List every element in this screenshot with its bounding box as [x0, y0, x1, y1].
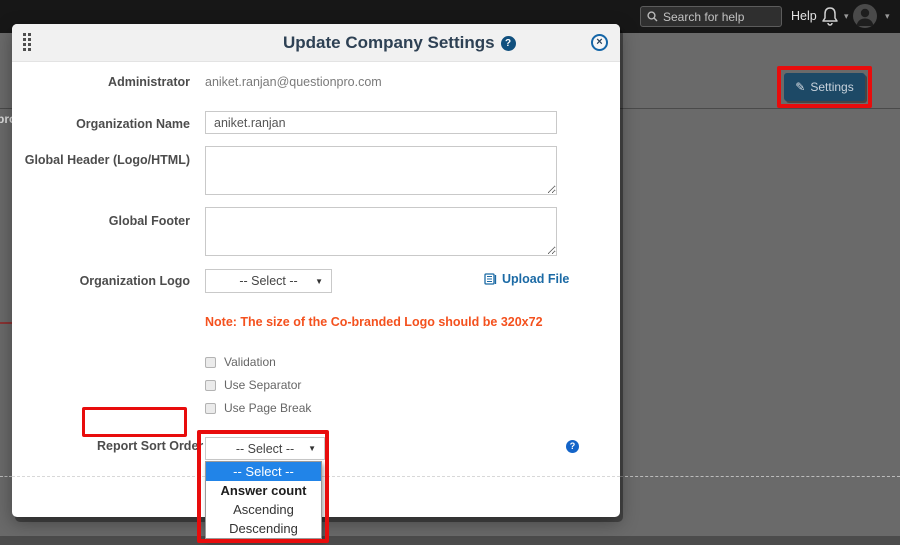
- global-footer-textarea[interactable]: [205, 207, 557, 256]
- organization-name-input[interactable]: [205, 111, 557, 134]
- avatar-caret-down-icon[interactable]: ▾: [885, 11, 890, 22]
- report-sort-order-label: Report Sort Order: [97, 434, 196, 458]
- modal-header: Update Company Settings? ×: [12, 24, 620, 62]
- global-header-textarea[interactable]: [205, 146, 557, 195]
- checkbox-icon: [205, 403, 216, 414]
- checkbox-icon: [205, 380, 216, 391]
- screen: pro Help ▾ ▾ ✎: [0, 0, 900, 545]
- select-arrow-icon: ▼: [308, 444, 316, 453]
- global-header-label: Global Header (Logo/HTML): [12, 153, 190, 167]
- background-red-divider: [0, 322, 12, 324]
- pencil-icon: ✎: [795, 80, 805, 94]
- close-icon[interactable]: ×: [591, 34, 608, 51]
- organization-logo-select-value: -- Select --: [239, 274, 297, 288]
- dropdown-option-descending[interactable]: Descending: [206, 519, 321, 538]
- report-sort-order-select-value: -- Select --: [236, 442, 294, 456]
- use-page-break-checkbox-label: Use Page Break: [224, 401, 311, 415]
- search-icon: [647, 11, 658, 22]
- dropdown-option-ascending[interactable]: Ascending: [206, 500, 321, 519]
- upload-file-icon: [484, 273, 497, 285]
- avatar[interactable]: [853, 4, 877, 28]
- use-separator-checkbox[interactable]: Use Separator: [205, 378, 301, 392]
- background-divider-left: [0, 108, 12, 109]
- organization-logo-label: Organization Logo: [12, 274, 190, 288]
- report-sort-dropdown-list: -- Select -- Answer count Ascending Desc…: [205, 461, 322, 539]
- validation-checkbox[interactable]: Validation: [205, 355, 276, 369]
- validation-checkbox-label: Validation: [224, 355, 276, 369]
- select-arrow-icon: ▼: [315, 277, 323, 286]
- help-link[interactable]: Help: [791, 9, 817, 23]
- search-input[interactable]: [663, 10, 773, 24]
- administrator-value: aniket.ranjan@questionpro.com: [205, 75, 382, 89]
- organization-name-label: Organization Name: [12, 117, 190, 131]
- logo-size-note: Note: The size of the Co-branded Logo sh…: [205, 315, 543, 329]
- background-dashed-right: [620, 476, 900, 477]
- checkbox-icon: [205, 357, 216, 368]
- notifications-bell-icon[interactable]: [819, 5, 841, 33]
- upload-file-link[interactable]: Upload File: [484, 272, 569, 286]
- modal-title: Update Company Settings?: [283, 24, 516, 62]
- use-page-break-checkbox[interactable]: Use Page Break: [205, 401, 311, 415]
- global-footer-label: Global Footer: [12, 214, 190, 228]
- settings-button-label: Settings: [810, 80, 853, 94]
- upload-file-label: Upload File: [502, 272, 569, 286]
- bell-caret-down-icon[interactable]: ▾: [844, 11, 849, 22]
- title-help-icon[interactable]: ?: [501, 36, 516, 51]
- background-divider-right: [620, 108, 900, 109]
- settings-button[interactable]: ✎ Settings: [784, 73, 865, 101]
- use-separator-checkbox-label: Use Separator: [224, 378, 301, 392]
- drag-handle-icon[interactable]: [23, 33, 31, 51]
- dropdown-option-answer-count[interactable]: Answer count: [206, 481, 321, 500]
- background-dashed-left: [0, 476, 12, 477]
- report-sort-help-icon[interactable]: ?: [566, 440, 579, 453]
- report-sort-order-select[interactable]: -- Select -- ▼: [205, 437, 325, 460]
- organization-logo-select[interactable]: -- Select -- ▼: [205, 269, 332, 293]
- update-company-settings-modal: Update Company Settings? × Administrator…: [12, 24, 620, 517]
- administrator-label: Administrator: [12, 75, 190, 89]
- help-search-box[interactable]: [640, 6, 782, 27]
- user-icon: [853, 4, 877, 28]
- dropdown-option-select[interactable]: -- Select --: [206, 462, 321, 481]
- background-footer-band: [0, 536, 900, 545]
